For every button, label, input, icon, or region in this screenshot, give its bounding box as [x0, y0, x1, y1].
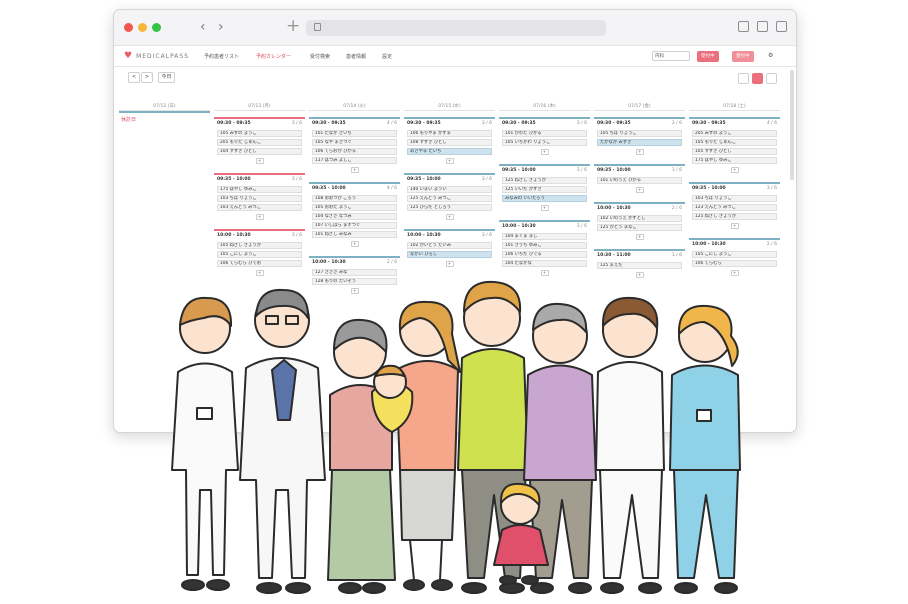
scrubs-nurse-figure: [669, 304, 741, 594]
people-illustration: [171, 280, 741, 594]
stage: ‹ › + ♥ MEDICALPASS 予約患者リスト 予約カレンダー 受付検索 …: [0, 0, 908, 604]
young-man-figure: [595, 296, 665, 594]
nurse-figure: [171, 296, 239, 591]
doctor-figure: [239, 288, 326, 594]
grandmother-figure: [327, 318, 396, 594]
